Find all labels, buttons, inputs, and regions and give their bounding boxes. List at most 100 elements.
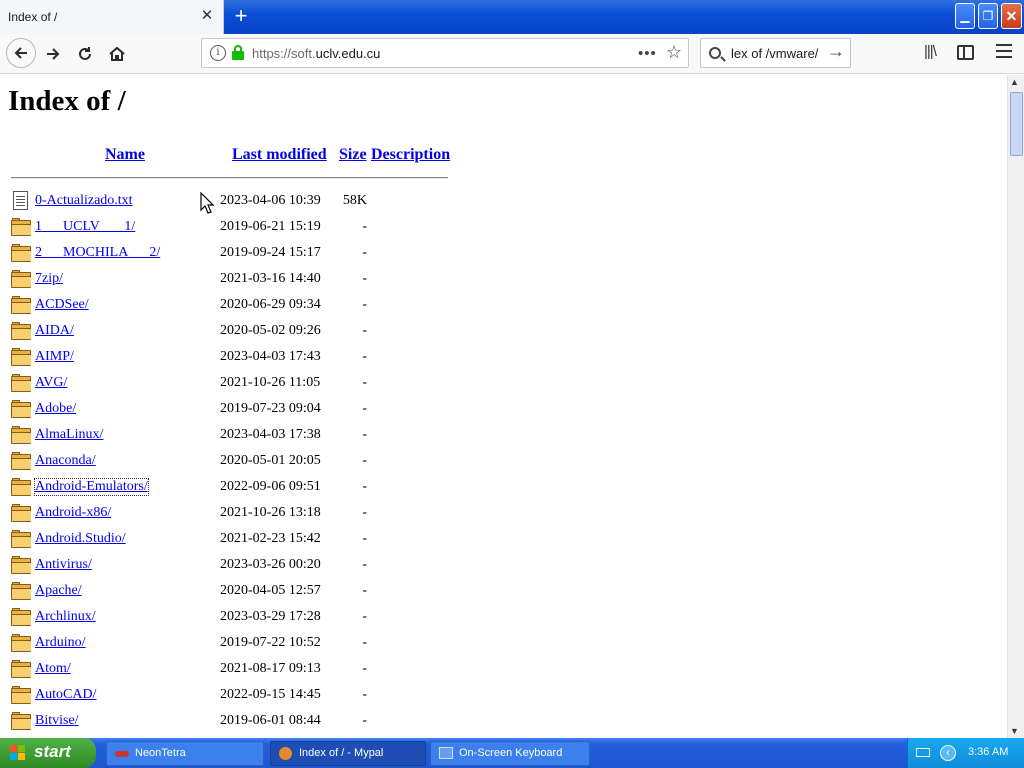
bookmark-star-icon[interactable]: ☆	[666, 42, 682, 63]
entry-name-link[interactable]: AVG/	[35, 375, 67, 391]
entry-name-link[interactable]: AIDA/	[35, 323, 74, 339]
forward-arrow-icon	[47, 48, 60, 60]
entry-size: -	[362, 687, 367, 702]
entry-name-link[interactable]: Anaconda/	[35, 453, 96, 469]
page-actions-icon[interactable]: •••	[638, 45, 657, 62]
table-row: Atom/2021-08-17 09:13 -	[0, 660, 460, 686]
sort-by-description-link[interactable]: Description	[371, 146, 450, 164]
table-row: 0-Actualizado.txt 2023-04-06 10:39 58K	[0, 191, 460, 218]
entry-name-link[interactable]: Antivirus/	[35, 557, 92, 573]
address-bar[interactable]: i https://soft.uclv.edu.cu ••• ☆	[201, 38, 689, 68]
entry-name-link[interactable]: Apache/	[35, 583, 82, 599]
close-tab-icon[interactable]: ✕	[199, 8, 215, 24]
entry-size: -	[362, 219, 367, 234]
sidebar-icon[interactable]	[957, 45, 974, 60]
entry-size: -	[362, 349, 367, 364]
folder-icon	[11, 712, 31, 730]
entry-modified: 2023-04-03 17:38	[220, 427, 321, 442]
entry-size: -	[362, 661, 367, 676]
folder-icon	[11, 426, 31, 444]
folder-icon	[11, 244, 31, 262]
entry-size: 58K	[342, 193, 367, 208]
table-row: Android.Studio/2021-02-23 15:42 -	[0, 530, 460, 556]
entry-name-link[interactable]: ACDSee/	[35, 297, 89, 313]
folder-icon	[11, 478, 31, 496]
back-button[interactable]	[6, 38, 36, 68]
entry-name-link[interactable]: 7zip/	[35, 271, 63, 287]
scroll-down-arrow-icon[interactable]: ▼	[1010, 726, 1019, 736]
entry-size: -	[362, 401, 367, 416]
folder-icon	[11, 400, 31, 418]
folder-icon	[11, 608, 31, 626]
table-row: AIMP/2023-04-03 17:43 -	[0, 348, 460, 374]
new-tab-button[interactable]: +	[230, 4, 252, 28]
library-icon[interactable]: |||\	[924, 43, 937, 60]
folder-icon	[11, 218, 31, 236]
entry-modified: 2020-05-01 20:05	[220, 453, 321, 468]
entry-modified: 2020-04-05 12:57	[220, 583, 321, 598]
show-hidden-icons-icon[interactable]: ‹	[940, 745, 956, 761]
scroll-thumb[interactable]	[1010, 92, 1023, 156]
sort-by-modified-link[interactable]: Last modified	[232, 146, 327, 164]
entry-size: -	[362, 427, 367, 442]
home-button[interactable]	[103, 40, 131, 68]
entry-name-link[interactable]: Android.Studio/	[35, 531, 126, 547]
sort-by-name-link[interactable]: Name	[105, 146, 145, 164]
app-icon	[115, 751, 129, 757]
entry-name-link[interactable]: 0-Actualizado.txt	[35, 193, 133, 209]
entry-name-link[interactable]: 1 UCLV 1/	[35, 219, 135, 235]
table-row: Anaconda/2020-05-01 20:05 -	[0, 452, 460, 478]
entry-name-link[interactable]: AutoCAD/	[35, 687, 96, 703]
lock-icon[interactable]	[232, 45, 244, 61]
search-go-arrow-icon[interactable]: →	[827, 41, 845, 62]
reload-button[interactable]	[71, 40, 99, 68]
taskbar-item-neontetra[interactable]: NeonTetra	[106, 741, 264, 766]
taskbar: start NeonTetra Index of / - Mypal On-Sc…	[0, 738, 1024, 768]
table-row: 1 UCLV 1/2019-06-21 15:19 -	[0, 218, 460, 244]
entry-name-link[interactable]: Bitvise/	[35, 713, 79, 729]
folder-icon	[11, 374, 31, 392]
sort-by-size-link[interactable]: Size	[339, 146, 367, 164]
clock: 3:36 AM	[968, 746, 1009, 758]
scroll-up-arrow-icon[interactable]: ▲	[1010, 77, 1019, 87]
hamburger-menu-icon[interactable]	[996, 44, 1012, 58]
close-window-button[interactable]: ✕	[1001, 3, 1022, 29]
search-icon	[709, 47, 721, 59]
browser-tab[interactable]: Index of / ✕	[0, 0, 224, 34]
restore-button[interactable]: ❐	[978, 3, 998, 29]
entry-name-link[interactable]: Atom/	[35, 661, 71, 677]
minimize-button[interactable]: ▁	[955, 3, 975, 29]
table-row: Apache/2020-04-05 12:57 -	[0, 582, 460, 608]
entry-size: -	[362, 453, 367, 468]
entry-name-link[interactable]: Arduino/	[35, 635, 86, 651]
taskbar-item-browser[interactable]: Index of / - Mypal	[270, 741, 426, 766]
entry-name-link[interactable]: AIMP/	[35, 349, 74, 365]
entry-modified: 2023-03-26 00:20	[220, 557, 321, 572]
task-label: On-Screen Keyboard	[459, 747, 563, 759]
search-input[interactable]: lex of /vmware/ →	[700, 38, 851, 68]
vertical-scrollbar[interactable]: ▲ ▼	[1007, 75, 1024, 738]
entry-modified: 2021-10-26 13:18	[220, 505, 321, 520]
entry-modified: 2019-06-01 08:44	[220, 713, 321, 728]
folder-icon	[11, 348, 31, 366]
entry-name-link[interactable]: AlmaLinux/	[35, 427, 103, 443]
url-text[interactable]: https://soft.uclv.edu.cu	[252, 46, 380, 61]
taskbar-item-on-screen-keyboard[interactable]: On-Screen Keyboard	[430, 741, 590, 766]
table-row: AlmaLinux/2023-04-03 17:38 -	[0, 426, 460, 452]
task-label: NeonTetra	[135, 747, 186, 759]
entry-name-link[interactable]: Android-Emulators/	[34, 478, 149, 496]
site-info-icon[interactable]: i	[210, 45, 226, 61]
entry-name-link[interactable]: 2 MOCHILA 2/	[35, 245, 160, 261]
entry-name-link[interactable]: Android-x86/	[35, 505, 111, 521]
entry-name-link[interactable]: Archlinux/	[35, 609, 96, 625]
entry-name-link[interactable]: Adobe/	[35, 401, 76, 417]
table-row: 2 MOCHILA 2/2019-09-24 15:17 -	[0, 244, 460, 270]
entry-size: -	[362, 583, 367, 598]
keyboard-tray-icon[interactable]	[916, 748, 930, 757]
forward-button[interactable]	[39, 40, 67, 68]
task-label: Index of / - Mypal	[299, 747, 384, 759]
page-title: Index of /	[8, 85, 126, 117]
start-button[interactable]: start	[0, 738, 96, 768]
table-row: Bitvise/2019-06-01 08:44 -	[0, 712, 460, 738]
navigation-toolbar: i https://soft.uclv.edu.cu ••• ☆ lex of …	[0, 34, 1024, 74]
